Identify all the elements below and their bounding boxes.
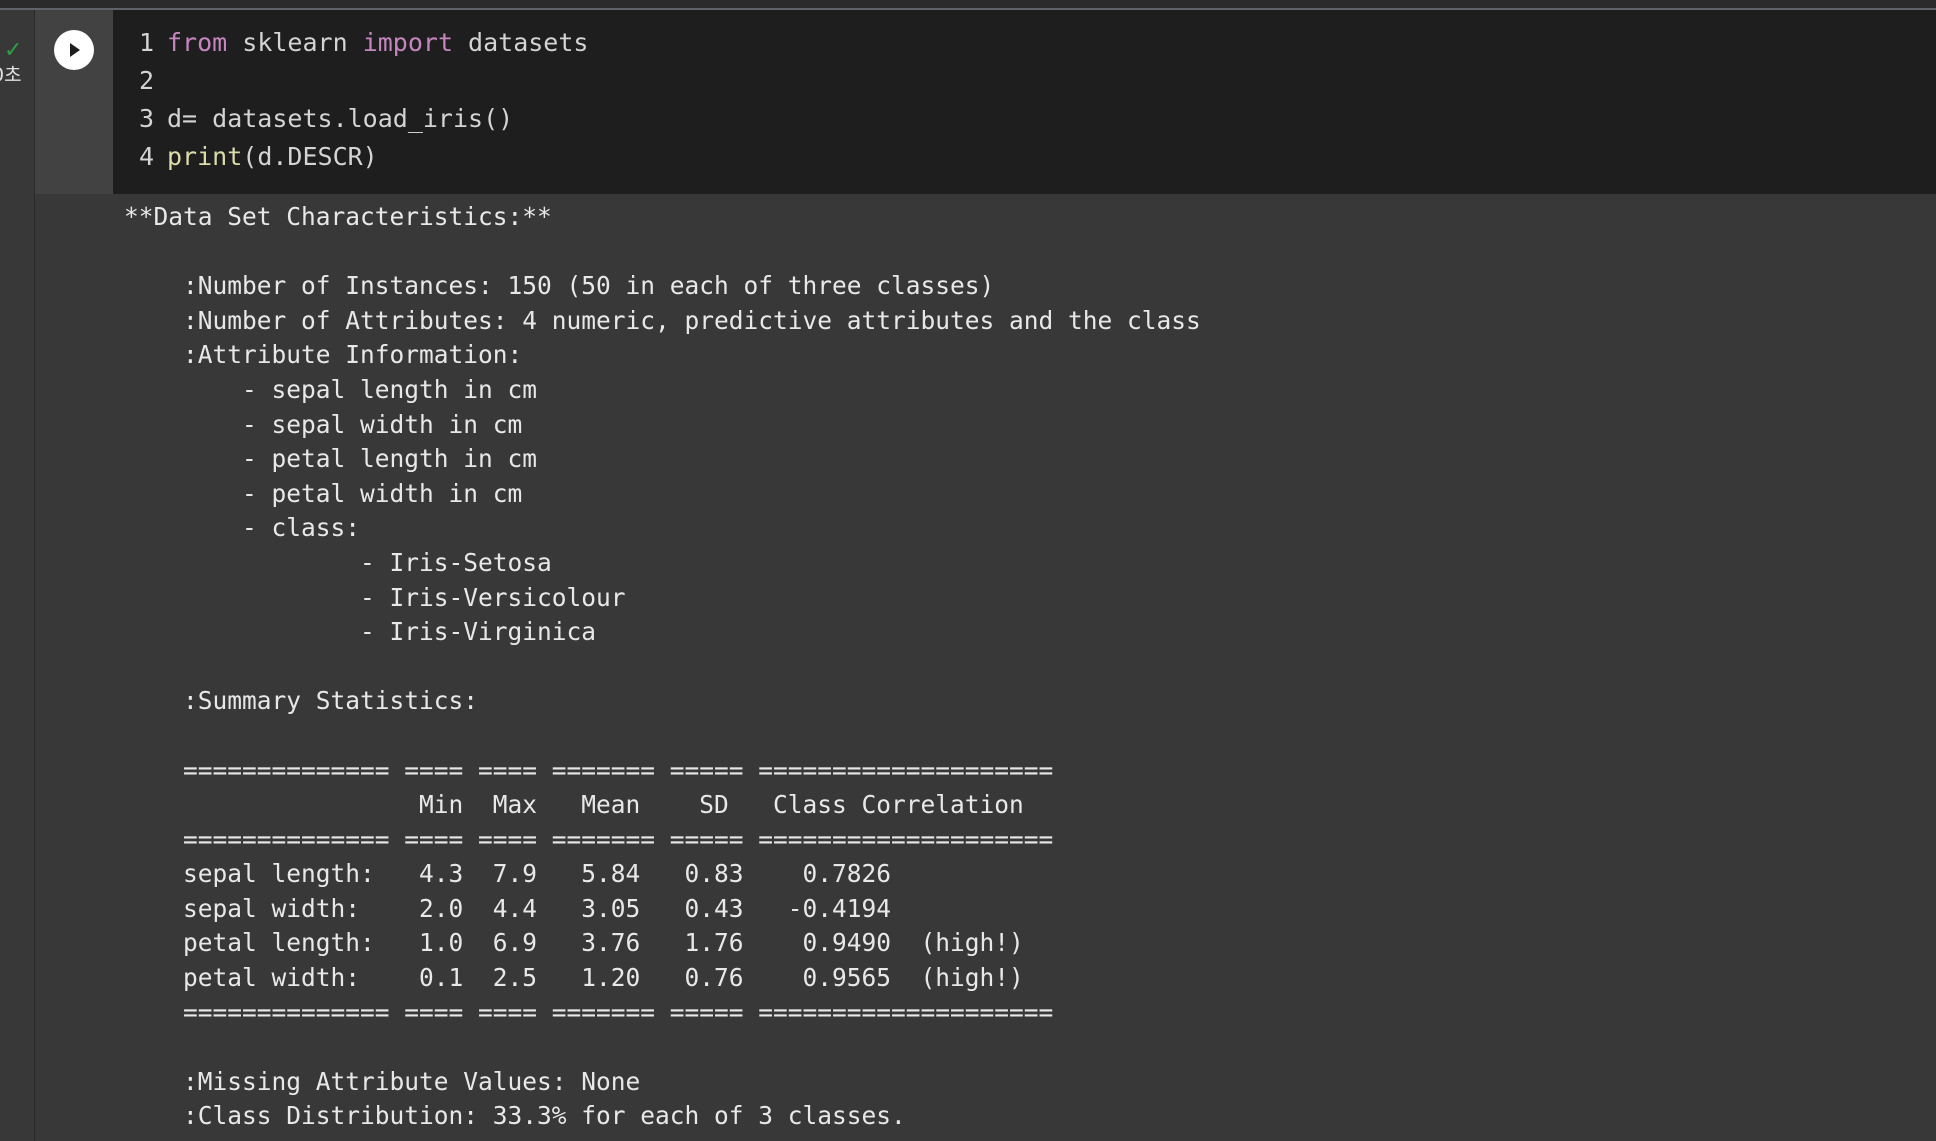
code-line: 2 [139,62,588,100]
line-number: 1 [139,28,155,57]
line-number: 3 [139,104,155,133]
line-number: 2 [139,66,155,95]
code-token: (d.DESCR) [242,142,378,171]
code-cell[interactable]: 1 from sklearn import datasets 2 3 d= datase… [35,10,1936,194]
cell-run-rail [35,10,113,194]
code-line: 4 print(d.DESCR) [139,138,588,176]
cell-output: **Data Set Characteristics:** :Number of… [124,202,1201,1131]
check-icon: ✓ [4,38,23,63]
code-line: 1 from sklearn import datasets [139,24,588,62]
cell-status-gutter: ✓ 0초 [0,10,35,1141]
code-token: from [167,28,228,57]
execution-time: 0초 [0,64,22,86]
code-token: sklearn [227,28,363,57]
code-token: print [167,142,243,171]
run-cell-button[interactable] [54,30,94,70]
play-icon [70,43,80,57]
code-line: 3 d= datasets.load_iris() [139,100,588,138]
code-token: datasets [453,28,589,57]
top-bar [0,0,1936,10]
line-number: 4 [139,142,155,171]
code-editor[interactable]: 1 from sklearn import datasets 2 3 d= datase… [139,24,588,176]
code-token: import [362,28,453,57]
code-token: d= datasets.load_iris() [167,104,514,133]
